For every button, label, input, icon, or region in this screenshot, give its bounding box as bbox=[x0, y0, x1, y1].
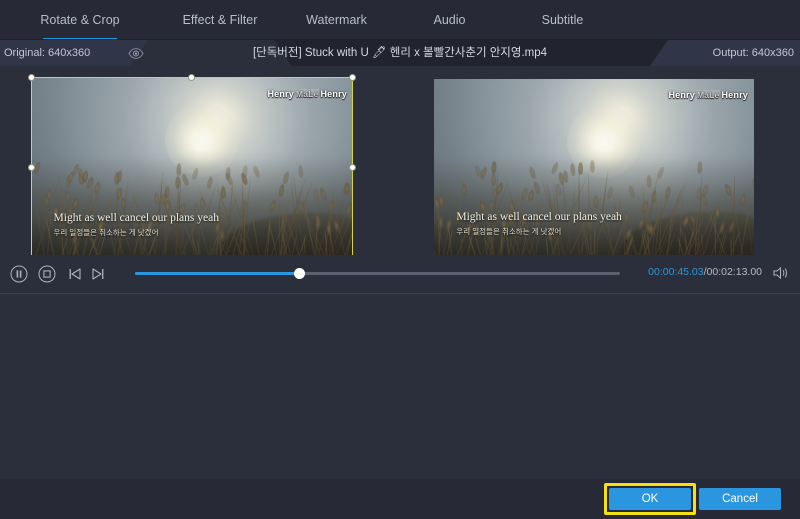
grass-tuft bbox=[206, 176, 214, 190]
grass-tuft bbox=[752, 177, 754, 191]
tab-effect-filter-label: Effect & Filter bbox=[183, 13, 258, 27]
tab-effect-filter[interactable]: Effect & Filter bbox=[160, 0, 280, 40]
watermark-right-text: Henry bbox=[320, 89, 347, 99]
grass-tuft bbox=[71, 197, 80, 211]
crop-handle-top-center[interactable] bbox=[188, 74, 195, 81]
grass-tuft bbox=[252, 165, 261, 179]
output-video-frame[interactable]: Henry MaLe Henry Might as well cancel ou… bbox=[434, 79, 754, 259]
current-time: 00:00:45.03 bbox=[648, 266, 703, 278]
ok-button[interactable]: OK bbox=[609, 488, 691, 510]
tab-bar: Rotate & Crop Effect & Filter Watermark … bbox=[0, 0, 800, 40]
crop-handle-top-right[interactable] bbox=[349, 74, 356, 81]
grass-tuft bbox=[646, 175, 652, 188]
output-resolution-label: Output: 640x360 bbox=[713, 40, 794, 66]
eye-icon[interactable] bbox=[126, 44, 146, 62]
grass-tuft bbox=[578, 162, 583, 175]
original-resolution-label: Original: 640x360 bbox=[4, 40, 90, 66]
preview-area: Henry MaLe Henry Might as well cancel ou… bbox=[0, 66, 800, 255]
grass-tuft bbox=[268, 199, 277, 213]
grass-tuft bbox=[439, 194, 444, 207]
tab-subtitle-label: Subtitle bbox=[542, 13, 584, 27]
original-preview-pane[interactable]: Henry MaLe Henry Might as well cancel ou… bbox=[0, 66, 400, 255]
seek-bar[interactable] bbox=[135, 272, 620, 275]
subtitle-korean: 우리 일정들은 취소하는 게 낫겠어 bbox=[456, 226, 561, 237]
grass-tuft bbox=[590, 160, 595, 173]
grass-blade bbox=[715, 213, 717, 259]
watermark-left-text: Henry bbox=[267, 89, 294, 99]
grass-tuft bbox=[192, 167, 201, 181]
crop-handle-top-left[interactable] bbox=[28, 74, 35, 81]
grass-tuft bbox=[313, 187, 320, 201]
watermark-left-text: Henry bbox=[668, 90, 695, 100]
seek-bar-handle[interactable] bbox=[294, 268, 305, 279]
tab-rotate-crop-label: Rotate & Crop bbox=[40, 13, 119, 27]
time-display: 00:00:45.03/00:02:13.00 bbox=[648, 266, 762, 278]
video-watermark: Henry MaLe Henry bbox=[668, 90, 748, 100]
grass-tuft bbox=[570, 163, 576, 176]
grass-tuft bbox=[66, 171, 75, 185]
grass-tuft bbox=[527, 189, 535, 203]
cancel-label: Cancel bbox=[722, 493, 758, 505]
grass-tuft bbox=[727, 220, 736, 234]
grass-blade bbox=[42, 174, 44, 260]
stop-icon[interactable] bbox=[37, 264, 57, 284]
grass-tuft bbox=[723, 183, 732, 197]
file-title: [단독버전] Stuck with U 🖊 헨리 x 볼빨간사춘기 안지영.mp… bbox=[0, 40, 800, 66]
subtitle-english: Might as well cancel our plans yeah bbox=[54, 212, 219, 224]
grass-tuft bbox=[701, 184, 709, 198]
crop-handle-middle-right[interactable] bbox=[349, 164, 356, 171]
grass-tuft bbox=[297, 165, 303, 178]
seek-bar-progress bbox=[135, 272, 300, 275]
grass-tuft bbox=[352, 195, 353, 209]
tab-audio-label: Audio bbox=[434, 13, 466, 27]
grass-tuft bbox=[181, 173, 190, 187]
original-video-frame[interactable]: Henry MaLe Henry Might as well cancel ou… bbox=[31, 78, 353, 260]
grass-tuft bbox=[114, 172, 120, 185]
cancel-button[interactable]: Cancel bbox=[699, 488, 781, 510]
grass-tuft bbox=[528, 165, 537, 179]
tab-rotate-crop[interactable]: Rotate & Crop bbox=[0, 0, 160, 40]
volume-icon[interactable] bbox=[772, 265, 792, 283]
watermark-middle-text: MaLe bbox=[696, 90, 721, 100]
crop-handle-middle-left[interactable] bbox=[28, 164, 35, 171]
watermark-right-text: Henry bbox=[721, 90, 748, 100]
total-time: 00:02:13.00 bbox=[707, 266, 762, 278]
grass-tuft bbox=[319, 187, 328, 201]
pause-icon[interactable] bbox=[9, 264, 29, 284]
grass-tuft bbox=[491, 161, 497, 174]
info-bar: [단독버전] Stuck with U 🖊 헨리 x 볼빨간사춘기 안지영.mp… bbox=[0, 40, 800, 66]
grass-tuft bbox=[120, 197, 126, 210]
video-watermark: Henry MaLe Henry bbox=[267, 89, 347, 99]
previous-frame-icon[interactable] bbox=[65, 264, 85, 284]
grass-tuft bbox=[473, 164, 483, 178]
grass-tuft bbox=[46, 188, 52, 201]
output-preview-pane[interactable]: Henry MaLe Henry Might as well cancel ou… bbox=[400, 66, 800, 255]
next-frame-icon[interactable] bbox=[88, 264, 108, 284]
grass-tuft bbox=[315, 218, 321, 231]
grass-tuft bbox=[624, 211, 629, 224]
watermark-middle-text: MaLe bbox=[295, 89, 320, 99]
tab-watermark-label: Watermark bbox=[306, 13, 367, 27]
tab-audio[interactable]: Audio bbox=[393, 0, 506, 40]
grass-tuft bbox=[461, 183, 467, 196]
grass-field bbox=[31, 158, 353, 260]
playback-controls-bar: 00:00:45.03/00:02:13.00 bbox=[0, 255, 800, 293]
subtitle-english: Might as well cancel our plans yeah bbox=[456, 211, 621, 223]
video-editor-window: Rotate & Crop Effect & Filter Watermark … bbox=[0, 0, 800, 519]
subtitle-korean: 우리 일정들은 취소하는 게 낫겠어 bbox=[54, 227, 159, 238]
ok-label: OK bbox=[642, 493, 659, 505]
tab-watermark[interactable]: Watermark bbox=[280, 0, 393, 40]
settings-panel: Rotation: bbox=[0, 293, 800, 479]
tab-subtitle[interactable]: Subtitle bbox=[506, 0, 619, 40]
grass-field bbox=[434, 158, 754, 259]
